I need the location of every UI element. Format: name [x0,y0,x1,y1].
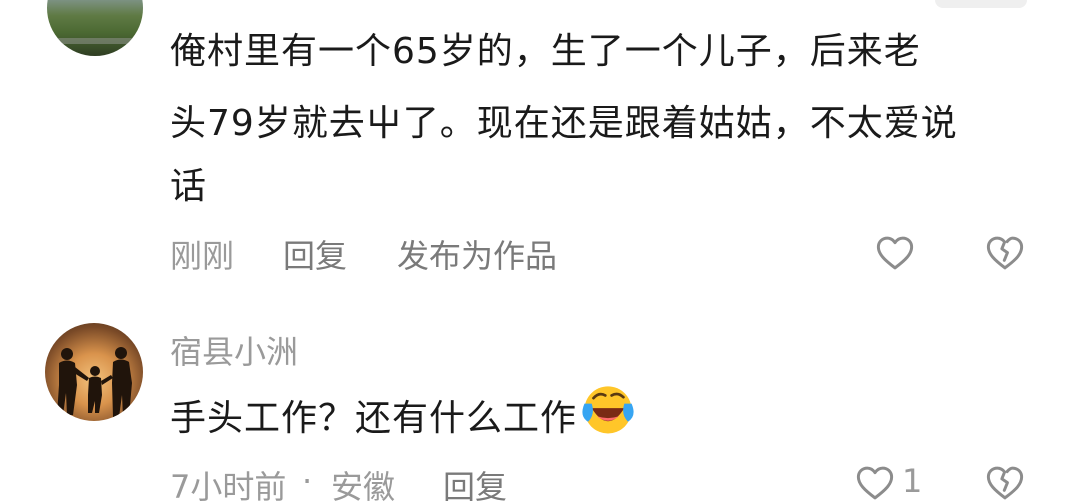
comment-text-line-2: 头79岁就去屮了。现在还是跟着姑姑，不太爱说 [170,103,958,144]
broken-heart-icon [986,466,1024,500]
comment-text-line-1: 俺村里有一个65岁的，生了一个儿子，后来老 [170,31,921,72]
comment-time: 7小时前 [170,468,287,501]
reply-button[interactable]: 回复 [283,231,347,277]
commenter-avatar[interactable] [47,0,143,56]
like-button[interactable] [872,230,918,276]
like-count: 1 [902,462,923,500]
comment-body: 手头工作？还有什么工作 [170,398,578,439]
publish-as-work-button[interactable]: 发布为作品 [397,231,557,277]
like-button[interactable] [852,460,898,501]
comment-text-line-3: 话 [170,166,208,207]
dislike-button[interactable] [982,230,1028,276]
commenter-avatar[interactable] [45,323,143,421]
reply-button[interactable]: 回复 [443,462,507,501]
partial-control [935,0,1027,8]
comment-thread: 俺村里有一个65岁的，生了一个儿子，后来老 头79岁就去屮了。现在还是跟着姑姑，… [0,0,1079,501]
family-silhouette-image [57,347,132,417]
avatar-detail [47,38,143,44]
comment-location: 安徽 [331,468,396,501]
comment-time: 刚刚 [170,237,235,275]
heart-icon [856,466,894,500]
laughing-tears-emoji-icon [582,386,634,434]
dislike-button[interactable] [982,460,1028,501]
heart-icon [876,236,914,270]
meta-separator: · [302,462,313,500]
username[interactable]: 宿县小洲 [170,327,298,373]
broken-heart-icon [986,236,1024,270]
comment-text: 手头工作？还有什么工作 [170,380,637,449]
